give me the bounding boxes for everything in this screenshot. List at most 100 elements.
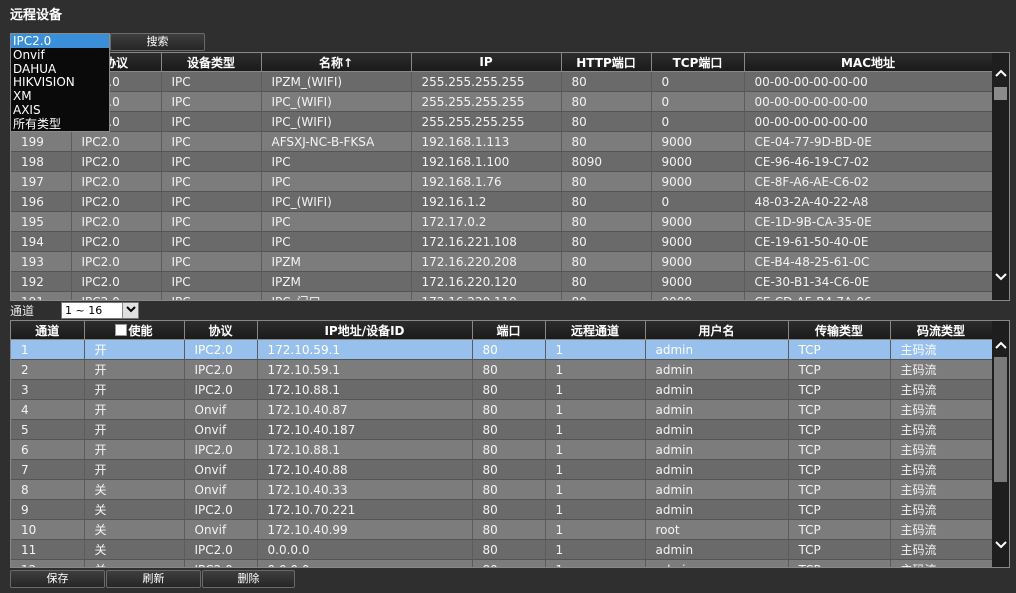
channel-range-select[interactable]: 1 ~ 16 [61,302,139,319]
device-table-cell: 172.16.220.119 [411,291,562,300]
device-table-row[interactable]: 194 IPC2.0 IPC IPC 172.16.221.108 80 9000 CE-19… [11,231,993,252]
device-column-header[interactable]: IP [411,53,562,72]
protocol-option[interactable]: DAHUA [11,62,109,76]
channel-column-header[interactable]: 端口 [472,321,546,340]
channel-column-header[interactable]: 通道 [11,321,85,340]
channel-table-cell: 2 [11,359,85,380]
device-table-row[interactable]: 202IPC2.0IPCIPZM_(WIFI)255.255.255.25580… [11,71,993,92]
device-table-cell: IPC [161,131,262,152]
protocol-option[interactable]: AXIS [11,103,109,117]
channel-table-cell: 1 [545,559,646,567]
device-column-header[interactable]: HTTP端口 [561,53,652,72]
device-table-row[interactable]: 193 IPC2.0 IPC IPZM 172.16.220.208 80 9000 CE-B… [11,251,993,272]
channel-table-cell: 1 [545,519,646,540]
device-table-cell: IPC_门口 [261,291,412,300]
channel-column-header[interactable]: IP地址/设备ID [257,321,473,340]
device-table-row[interactable]: 201IPC2.0IPCIPC_(WIFI)255.255.255.255800… [11,91,993,112]
channel-table-row[interactable]: 1 开 IPC2.0 172.10.59.1 80 1 admin TCP 主码流 [11,339,993,360]
channel-table-cell: 1 [545,339,646,360]
channel-column-label: 远程通道 [570,323,619,338]
channel-table-row[interactable]: 12关IPC2.00.0.0.0801adminTCP主码流 [11,559,993,567]
channel-column-label: 传输类型 [814,323,863,338]
channel-table-row[interactable]: 10 关 Onvif 172.10.40.99 80 1 root TCP 主码流 [11,519,993,540]
device-table-cell: 80 [561,231,652,252]
channel-table-cell: 80 [472,339,546,360]
device-table-cell: IPC2.0 [71,291,162,300]
channel-table-cell: 1 [545,399,646,420]
channel-table-row[interactable]: 4 开 Onvif 172.10.40.87 80 1 admin TCP 主码流 [11,399,993,420]
channel-table-row[interactable]: 2 开 IPC2.0 172.10.59.1 80 1 admin TCP 主码流 [11,359,993,380]
protocol-option[interactable]: 所有类型 [11,117,109,131]
device-table-cell: 197 [11,171,72,192]
channel-table-cell: 关 [84,519,185,540]
device-table-row[interactable]: 192 IPC2.0 IPC IPZM 172.16.220.120 80 9000 CE-3… [11,271,993,292]
device-column-header[interactable]: 名称↑ [261,53,412,72]
device-table-row[interactable]: 196 IPC2.0 IPC IPC_(WIFI) 192.16.1.2 80 0 48-03… [11,191,993,212]
channel-table-cell: TCP [788,459,891,480]
channel-table-cell: 80 [472,439,546,460]
enable-all-checkbox[interactable] [115,323,128,336]
channel-column-header[interactable]: 码流类型 [890,321,993,340]
device-table-row[interactable]: 195 IPC2.0 IPC IPC 172.17.0.2 80 9000 CE-1D-9B-… [11,211,993,232]
device-table-row[interactable]: 197 IPC2.0 IPC IPC 192.168.1.76 80 9000 CE-8F-A… [11,171,993,192]
channel-table-cell: IPC2.0 [184,379,258,400]
channel-table-row[interactable]: 5 开 Onvif 172.10.40.187 80 1 admin TCP 主码流 [11,419,993,440]
device-table-cell: 80 [561,191,652,212]
save-button[interactable]: 保存 [10,570,105,588]
channel-range-value: 1 ~ 16 [65,304,103,317]
channel-label: 通道 [10,304,35,318]
chevron-down-icon[interactable] [122,303,138,318]
refresh-button[interactable]: 刷新 [106,570,201,588]
channel-table-cell: TCP [788,439,891,460]
search-button[interactable]: 搜索 [110,33,205,51]
chevron-up-icon[interactable] [993,67,1008,82]
scrollbar-thumb[interactable] [994,357,1007,482]
channel-table-cell: Onvif [184,479,258,500]
protocol-option[interactable]: Onvif [11,48,109,62]
protocol-option[interactable]: IPC2.0 [11,34,109,48]
channel-table-cell: 1 [545,539,646,560]
channel-table-row[interactable]: 7 开 Onvif 172.10.40.88 80 1 admin TCP 主码流 [11,459,993,480]
channel-table-cell: TCP [788,419,891,440]
protocol-option[interactable]: XM [11,89,109,103]
delete-button[interactable]: 删除 [202,570,295,588]
chevron-down-icon[interactable] [993,271,1008,286]
channel-table-row[interactable]: 9 关 IPC2.0 172.10.70.221 80 1 admin TCP 主码流 [11,499,993,520]
channel-table-cell: TCP [788,479,891,500]
channel-table-cell: 0.0.0.0 [257,539,473,560]
channel-table-row[interactable]: 11 关 IPC2.0 0.0.0.0 80 1 admin TCP 主码流 [11,539,993,560]
channel-table-cell: 3 [11,379,85,400]
channel-column-label: 用户名 [698,323,735,338]
device-table-cell: 80 [561,251,652,272]
device-table-row[interactable]: 199 IPC2.0 IPC AFSXJ-NC-B-FKSA 192.168.1.113… [11,131,993,152]
device-table-cell: AFSXJ-NC-B-FKSA [261,131,412,152]
channel-table-cell: 主码流 [890,479,993,500]
device-table-scrollbar[interactable] [992,53,1009,300]
channel-column-header[interactable]: 远程通道 [545,321,646,340]
channel-column-header[interactable]: 协议 [184,321,258,340]
channel-table-cell: 1 [545,359,646,380]
channel-table-scrollbar[interactable] [992,321,1009,567]
device-table-row[interactable]: 200IPC2.0IPCIPC_(WIFI)255.255.255.255800… [11,111,993,132]
channel-column-header[interactable]: 用户名 [645,321,789,340]
protocol-dropdown[interactable]: IPC2.0 Onvif DAHUA HIKVISION XM AXIS 所有类型 [10,33,110,132]
page-title: 远程设备 [10,8,63,23]
chevron-up-icon[interactable] [993,339,1008,354]
device-column-header[interactable]: MAC地址 [744,53,993,72]
channel-table-row[interactable]: 3 开 IPC2.0 172.10.88.1 80 1 admin TCP 主码流 [11,379,993,400]
device-column-header[interactable]: TCP端口 [651,53,745,72]
device-table-cell: 9000 [651,271,745,292]
channel-column-header[interactable]: 使能 [84,321,185,340]
device-table-row[interactable]: 198 IPC2.0 IPC IPC 192.168.1.100 8090 9000 CE-9… [11,151,993,172]
device-table-cell: IPC [161,171,262,192]
channel-table-row[interactable]: 8 关 Onvif 172.10.40.33 80 1 admin TCP 主码流 [11,479,993,500]
device-table-cell: 80 [561,171,652,192]
device-table-row[interactable]: 191IPC2.0IPCIPC_门口172.16.220.119809000CE… [11,291,993,300]
device-table-cell: 80 [561,211,652,232]
protocol-option[interactable]: HIKVISION [11,75,109,89]
channel-table-row[interactable]: 6 开 IPC2.0 172.10.88.1 80 1 admin TCP 主码流 [11,439,993,460]
device-column-header[interactable]: 设备类型 [161,53,262,72]
channel-column-header[interactable]: 传输类型 [788,321,891,340]
chevron-down-icon[interactable] [993,539,1008,554]
scrollbar-thumb[interactable] [994,87,1007,100]
